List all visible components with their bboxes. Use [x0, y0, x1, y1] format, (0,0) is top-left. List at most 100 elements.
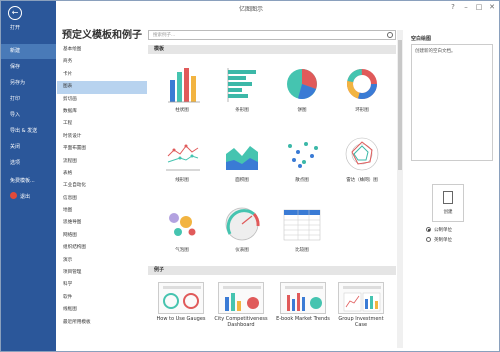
metric-units-option[interactable]: 公制单位	[426, 227, 452, 233]
radar-chart-icon	[345, 137, 379, 171]
example-thumbnail	[218, 282, 264, 314]
category-item[interactable]: 网络图	[57, 230, 147, 242]
radio-unselected-icon[interactable]	[426, 237, 431, 242]
example-label: How to Use Gauges	[156, 316, 206, 322]
menu-import[interactable]: 导入	[1, 108, 56, 123]
template-radar-chart[interactable]: 雷达（蛛网）图	[334, 128, 390, 190]
menu-print[interactable]: 打印	[1, 92, 56, 107]
radio-selected-icon[interactable]	[426, 227, 431, 232]
category-item[interactable]: 商务	[57, 56, 147, 68]
pie-chart-icon	[287, 69, 317, 100]
gallery-scrollbar[interactable]	[397, 30, 403, 348]
category-item[interactable]: 表格	[57, 168, 147, 180]
bubble-chart-icon	[169, 213, 196, 236]
template-label: 散点图	[295, 178, 309, 183]
menu-options[interactable]: 选项	[1, 156, 56, 171]
page-heading: 预定义模板和例子	[62, 30, 142, 41]
menu-new[interactable]: 新建	[1, 44, 56, 59]
metric-units-label: 公制单位	[434, 228, 452, 233]
template-label: 条形图	[235, 108, 249, 113]
category-item[interactable]: 剪切画	[57, 94, 147, 106]
menu-save-as[interactable]: 另存为	[1, 76, 56, 91]
category-item[interactable]: 最近所用模板	[57, 317, 147, 329]
help-button[interactable]: ?	[447, 2, 459, 12]
template-label: 雷达（蛛网）图	[346, 178, 378, 183]
blank-drawing-title: 空白绘图	[411, 36, 432, 42]
example-thumbnail	[158, 282, 204, 314]
bar-chart-icon	[227, 68, 256, 102]
app-window: 亿图图示 ? – □ ✕ ← 打开 新建 保存 另存为 打印 导入 导出 & 发…	[0, 0, 500, 352]
menu-exit[interactable]: 退出	[1, 190, 56, 205]
templates-section-header: 模板	[148, 45, 396, 54]
document-icon	[443, 191, 453, 204]
template-scatter-chart[interactable]: 散点图	[274, 128, 330, 190]
category-item[interactable]: 工业自动化	[57, 180, 147, 192]
category-item[interactable]: 卡片	[57, 69, 147, 81]
exit-icon	[10, 192, 17, 199]
close-button[interactable]: ✕	[486, 2, 498, 12]
column-chart-icon	[168, 68, 200, 103]
category-item[interactable]: 演示	[57, 255, 147, 267]
category-item[interactable]: 流程图	[57, 156, 147, 168]
category-item[interactable]: 时装设计	[57, 131, 147, 143]
scatter-chart-icon	[288, 142, 318, 168]
menu-free-templates[interactable]: 免费模板...	[1, 174, 56, 189]
category-item-selected[interactable]: 图表	[57, 81, 147, 94]
category-item[interactable]: 项目管理	[57, 267, 147, 279]
template-gallery: 模板 柱状图 条形图 饼图 环形图 线形图 面积图 散点图 雷达（蛛网）图 气泡…	[148, 42, 396, 348]
example-label: Group Investment Case	[338, 316, 384, 328]
area-chart-icon	[226, 146, 258, 170]
category-item[interactable]: 基本绘图	[57, 44, 147, 56]
category-item[interactable]: 工程	[57, 118, 147, 130]
menu-save[interactable]: 保存	[1, 60, 56, 75]
examples-section-header: 例子	[148, 266, 396, 275]
imperial-units-option[interactable]: 英制单位	[426, 237, 452, 243]
example-ebook-market-trends[interactable]: E-book Market Trends	[274, 278, 332, 348]
minimize-button[interactable]: –	[460, 2, 472, 12]
maximize-button[interactable]: □	[473, 2, 485, 12]
template-column-chart[interactable]: 柱状图	[154, 58, 210, 120]
template-bar-chart[interactable]: 条形图	[214, 58, 270, 120]
scrollbar-thumb[interactable]	[398, 40, 402, 170]
category-item[interactable]: 地图	[57, 205, 147, 217]
imperial-units-label: 英制单位	[434, 238, 452, 243]
template-pie-chart[interactable]: 饼图	[274, 58, 330, 120]
template-comparison-chart[interactable]: 比较图	[274, 198, 330, 260]
search-input[interactable]: 搜索例子...	[148, 30, 396, 40]
template-donut-chart[interactable]: 环形图	[334, 58, 390, 120]
template-label: 环形图	[355, 108, 369, 113]
preview-box: 创建新的空白文档。	[411, 44, 493, 161]
category-list: 基本绘图 商务 卡片 图表 剪切画 数据库 工程 时装设计 平面布置图 流程图 …	[57, 44, 147, 329]
gauge-chart-icon	[225, 207, 260, 241]
example-city-competitiveness-dashboard[interactable]: City Competitiveness Dashboard	[212, 278, 270, 348]
template-area-chart[interactable]: 面积图	[214, 128, 270, 190]
category-item[interactable]: 数据库	[57, 106, 147, 118]
category-item[interactable]: 组织结构图	[57, 242, 147, 254]
template-label: 柱状图	[175, 108, 189, 113]
template-gauge-chart[interactable]: 仪表图	[214, 198, 270, 260]
menu-open[interactable]: 打开	[1, 21, 56, 36]
create-button[interactable]: 创建	[432, 184, 464, 222]
back-arrow-icon[interactable]: ←	[8, 6, 22, 20]
category-item[interactable]: 信息图	[57, 193, 147, 205]
template-label: 仪表图	[235, 248, 249, 253]
search-icon[interactable]	[387, 32, 393, 38]
category-item[interactable]: 软件	[57, 292, 147, 304]
menu-close[interactable]: 关闭	[1, 140, 56, 155]
example-thumbnail	[280, 282, 326, 314]
title-bar: 亿图图示 ? – □ ✕	[1, 1, 499, 15]
window-title: 亿图图示	[238, 6, 263, 13]
category-item[interactable]: 思维导图	[57, 217, 147, 229]
menu-export-send[interactable]: 导出 & 发送	[1, 124, 56, 139]
category-item[interactable]: 线框图	[57, 304, 147, 316]
category-item[interactable]: 科学	[57, 279, 147, 291]
template-bubble-chart[interactable]: 气泡图	[154, 198, 210, 260]
example-how-to-use-gauges[interactable]: How to Use Gauges	[152, 278, 210, 348]
category-item[interactable]: 平面布置图	[57, 143, 147, 155]
template-label: 线形图	[175, 178, 189, 183]
example-group-investment-case[interactable]: Group Investment Case	[332, 278, 390, 348]
donut-chart-icon	[347, 69, 377, 99]
template-line-chart[interactable]: 线形图	[154, 128, 210, 190]
template-label: 饼图	[297, 108, 307, 113]
search-placeholder: 搜索例子...	[153, 33, 176, 38]
